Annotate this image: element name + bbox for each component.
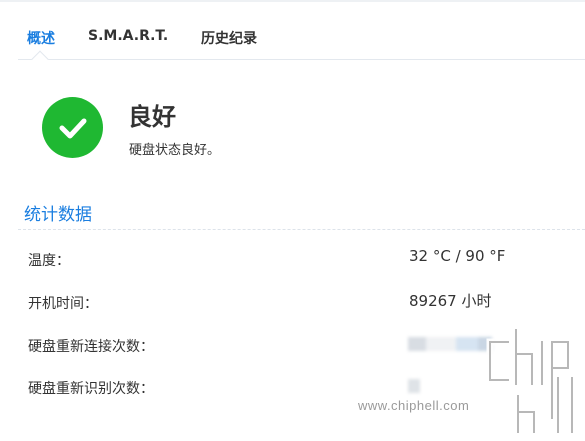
stat-label: 开机时间：: [28, 296, 98, 312]
stat-value: 89267 小时: [409, 292, 492, 310]
health-status-description: 硬盘状态良好。: [129, 143, 221, 158]
stat-label: 硬盘重新识别次数：: [28, 381, 154, 397]
active-tab-indicator: [31, 50, 49, 68]
stat-row-power-on-time: 开机时间： 89267 小时: [18, 292, 585, 335]
redacted-value: [408, 336, 492, 351]
stat-value: 32 °C / 90 °F: [409, 247, 506, 265]
tab-bar: 概述 S.M.A.R.T. 历史纪录: [18, 20, 585, 68]
check-circle-icon: [42, 97, 103, 158]
checkmark-icon: [59, 118, 86, 138]
statistics-section-title: 统计数据: [24, 205, 92, 225]
section-divider: [18, 229, 585, 230]
tab-overview[interactable]: 概述: [27, 28, 55, 48]
tab-smart[interactable]: S.M.A.R.T.: [88, 28, 168, 44]
stat-label: 温度：: [28, 253, 70, 269]
stat-label: 硬盘重新连接次数：: [28, 339, 154, 355]
stat-row-temperature: 温度： 32 °C / 90 °F: [18, 247, 585, 292]
stat-row-reidentify-count: 硬盘重新识别次数：: [18, 378, 585, 420]
top-border: [0, 0, 585, 2]
stat-row-reconnect-count: 硬盘重新连接次数：: [18, 336, 585, 378]
tab-history[interactable]: 历史纪录: [201, 28, 257, 48]
health-status-title: 良好: [128, 103, 176, 131]
redacted-value: [408, 378, 420, 393]
